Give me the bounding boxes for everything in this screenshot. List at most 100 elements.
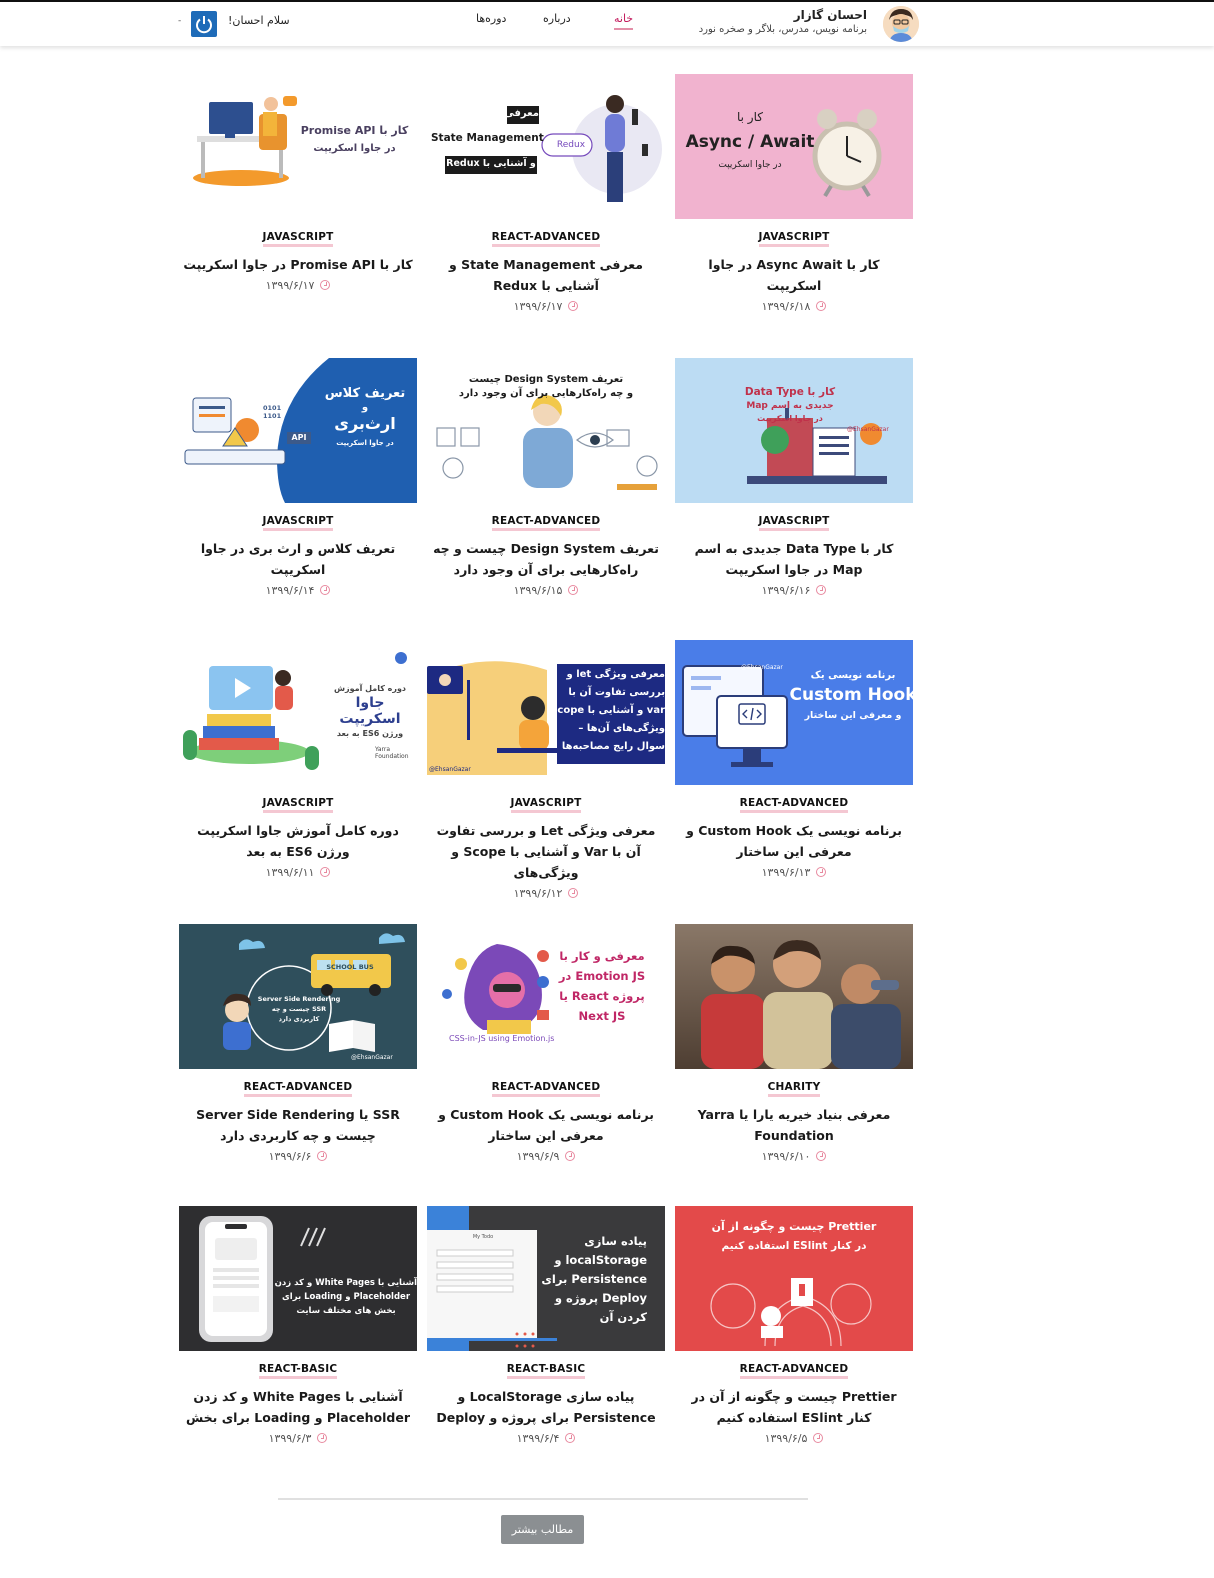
- user-greeting[interactable]: سلام احسان!: [228, 14, 290, 27]
- post-date: ۱۳۹۹/۶/۱۷: [179, 279, 417, 293]
- post-title[interactable]: Prettier چیست و چگونه از آن در کنار ESli…: [675, 1386, 913, 1428]
- post-title[interactable]: برنامه نویسی یک Custom Hook و معرفی این …: [675, 820, 913, 862]
- post-category[interactable]: JAVASCRIPT: [758, 231, 830, 247]
- post-title[interactable]: معرفی بنیاد خیریه یارا یا Yarra Foundati…: [675, 1104, 913, 1146]
- nav-home[interactable]: خانه: [614, 10, 634, 30]
- user-menu-caret[interactable]: -: [178, 16, 181, 26]
- post-card[interactable]: Prettier چیست و چگونه از آن در کنار ESli…: [675, 1206, 913, 1446]
- logout-button[interactable]: [191, 11, 217, 37]
- post-title[interactable]: کار با Data Type جدیدی به اسم Map در جاو…: [675, 538, 913, 580]
- post-date-text: ۱۳۹۹/۶/۶: [268, 1150, 312, 1163]
- post-title[interactable]: تعریف Design System چیست و چه راه‌کارهای…: [427, 538, 665, 580]
- thumb-text: و: [361, 402, 369, 413]
- post-date: ۱۳۹۹/۶/۱۳: [675, 866, 913, 880]
- post-title[interactable]: تعریف کلاس و ارث بری در جاوا اسکریپت: [179, 538, 417, 580]
- clock-icon: [816, 301, 827, 311]
- post-title[interactable]: آشنایی با White Pages و کد زدن Placehold…: [179, 1386, 417, 1428]
- post-card[interactable]: کار با Async / Await در جاوا اسکریپت JAV…: [675, 74, 913, 314]
- post-category[interactable]: REACT-ADVANCED: [739, 797, 849, 813]
- post-card[interactable]: معرفی State Management و آشنایی با Redux…: [427, 74, 665, 314]
- clock-icon: [568, 301, 579, 311]
- post-category[interactable]: REACT-ADVANCED: [491, 515, 601, 531]
- post-card[interactable]: کار با Data Type جدیدی به اسم Map در جاو…: [675, 358, 913, 598]
- nav-about[interactable]: درباره: [543, 10, 571, 28]
- post-category[interactable]: REACT-BASIC: [506, 1363, 586, 1379]
- post-title[interactable]: SSR یا Server Side Rendering چیست و چه ک…: [179, 1104, 417, 1146]
- power-icon: [196, 16, 212, 34]
- post-card[interactable]: آشنایی با White Pages و کد زدن Placehold…: [179, 1206, 417, 1446]
- post-category[interactable]: JAVASCRIPT: [758, 515, 830, 531]
- post-category[interactable]: JAVASCRIPT: [262, 797, 334, 813]
- post-category[interactable]: JAVASCRIPT: [262, 231, 334, 247]
- post-card[interactable]: 0101 1101 API تعریف کلاس و ارث‌بری در جا…: [179, 358, 417, 598]
- avatar[interactable]: [883, 6, 919, 42]
- post-thumbnail[interactable]: آشنایی با White Pages و کد زدن Placehold…: [179, 1206, 417, 1351]
- load-more-button[interactable]: مطالب بیشتر: [501, 1515, 584, 1544]
- post-card[interactable]: کار با Promise API در جاوا اسکریپت JAVAS…: [179, 74, 417, 293]
- post-date: ۱۳۹۹/۶/۵: [675, 1432, 913, 1446]
- post-thumbnail[interactable]: Prettier چیست و چگونه از آن در کنار ESli…: [675, 1206, 913, 1351]
- post-category[interactable]: JAVASCRIPT: [510, 797, 582, 813]
- post-card[interactable]: برنامه نویسی یک Custom Hook و معرفی این …: [675, 640, 913, 880]
- brand-tagline: برنامه نویس، مدرس، بلاگر و صخره نورد: [698, 24, 867, 35]
- post-date-text: ۱۳۹۹/۶/۳: [268, 1432, 312, 1445]
- post-card[interactable]: معرفی و کار با Emotion JS در پروژه React…: [427, 924, 665, 1164]
- post-thumbnail[interactable]: برنامه نویسی یک Custom Hook و معرفی این …: [675, 640, 913, 785]
- post-thumbnail[interactable]: دوره کامل آموزش جاوا اسکریپت ورژن ES6 به…: [179, 640, 417, 785]
- post-category[interactable]: REACT-ADVANCED: [491, 1081, 601, 1097]
- thumb-handle: @EhsanGazar: [741, 664, 783, 671]
- post-date: ۱۳۹۹/۶/۱۲: [427, 887, 665, 901]
- thumb-text: ارث‌بری: [334, 414, 396, 433]
- post-date-text: ۱۳۹۹/۶/۱۸: [761, 300, 811, 313]
- post-date-text: ۱۳۹۹/۶/۱۵: [513, 584, 563, 597]
- thumb-text: localStorage و: [554, 1253, 647, 1267]
- post-thumbnail[interactable]: معرفی State Management و آشنایی با Redux…: [427, 74, 665, 219]
- post-card[interactable]: معرفی ویژگی let و بررسی تفاوت آن با var …: [427, 640, 665, 901]
- thumb-text: آشنایی با White Pages و کد زدن: [275, 1278, 417, 1288]
- post-card[interactable]: SCHOOL BUS Server Side Rendering SSR چیس…: [179, 924, 417, 1164]
- post-date-text: ۱۳۹۹/۶/۱۲: [513, 887, 563, 900]
- thumb-text: و معرفی این ساختار: [804, 710, 902, 721]
- nav-courses[interactable]: دوره‌ها: [476, 10, 506, 28]
- post-date: ۱۳۹۹/۶/۶: [179, 1150, 417, 1164]
- post-thumbnail[interactable]: [675, 924, 913, 1069]
- clock-icon: [320, 280, 331, 290]
- post-title[interactable]: دوره کامل آموزش جاوا اسکریپت ورژن ES6 به…: [179, 820, 417, 862]
- post-thumbnail[interactable]: SCHOOL BUS Server Side Rendering SSR چیس…: [179, 924, 417, 1069]
- post-thumbnail[interactable]: معرفی ویژگی let و بررسی تفاوت آن با var …: [427, 640, 665, 785]
- thumb-text: Placeholder و Loading برای: [281, 1292, 411, 1302]
- post-title[interactable]: معرفی ویژگی Let و بررسی تفاوت آن با Var …: [427, 820, 665, 883]
- thumb-text: ورژن ES6 به بعد: [336, 729, 404, 738]
- post-card[interactable]: دوره کامل آموزش جاوا اسکریپت ورژن ES6 به…: [179, 640, 417, 880]
- post-thumbnail[interactable]: معرفی و کار با Emotion JS در پروژه React…: [427, 924, 665, 1069]
- post-card[interactable]: تعریف Design System چیست و چه راه‌کارهای…: [427, 358, 665, 598]
- brand-name[interactable]: احسان گازار: [660, 8, 867, 23]
- thumb-text: جاوا اسکریپت: [339, 695, 401, 727]
- post-title[interactable]: پیاده سازی LocalStorage و Persistence بر…: [427, 1386, 665, 1428]
- post-category[interactable]: JAVASCRIPT: [262, 515, 334, 531]
- post-category[interactable]: CHARITY: [767, 1081, 821, 1097]
- post-category[interactable]: REACT-ADVANCED: [491, 231, 601, 247]
- post-thumbnail[interactable]: 0101 1101 API تعریف کلاس و ارث‌بری در جا…: [179, 358, 417, 503]
- post-thumbnail[interactable]: کار با Async / Await در جاوا اسکریپت: [675, 74, 913, 219]
- post-title[interactable]: برنامه نویسی یک Custom Hook و معرفی این …: [427, 1104, 665, 1146]
- thumb-text: معرفی و کار با: [559, 949, 645, 963]
- post-category[interactable]: REACT-ADVANCED: [739, 1363, 849, 1379]
- post-thumbnail[interactable]: کار با Promise API در جاوا اسکریپت: [179, 74, 417, 219]
- post-category[interactable]: REACT-ADVANCED: [243, 1081, 353, 1097]
- thumb-text: کار با Promise API: [300, 124, 409, 137]
- post-card[interactable]: My Todo پیاده سازی localStorage و Persis…: [427, 1206, 665, 1446]
- post-card[interactable]: CHARITY معرفی بنیاد خیریه یارا یا Yarra …: [675, 924, 913, 1164]
- post-thumbnail[interactable]: تعریف Design System چیست و چه راه‌کارهای…: [427, 358, 665, 503]
- post-thumbnail[interactable]: کار با Data Type جدیدی به اسم Map در جاو…: [675, 358, 913, 503]
- thumb-text: Server Side Rendering: [257, 995, 341, 1003]
- post-title[interactable]: کار با Promise API در جاوا اسکریپت: [179, 254, 417, 275]
- post-thumbnail[interactable]: My Todo پیاده سازی localStorage و Persis…: [427, 1206, 665, 1351]
- post-title[interactable]: معرفی State Management و آشنایی با Redux: [427, 254, 665, 296]
- thumb-text: بخش های مختلف سایت: [296, 1306, 396, 1316]
- thumb-api: API: [291, 433, 307, 442]
- post-category[interactable]: REACT-BASIC: [258, 1363, 338, 1379]
- clock-icon: [317, 1433, 328, 1443]
- post-title[interactable]: کار با Async Await در جاوا اسکریپت: [675, 254, 913, 296]
- thumb-caption: CSS-in-JS using Emotion.js: [449, 1034, 555, 1043]
